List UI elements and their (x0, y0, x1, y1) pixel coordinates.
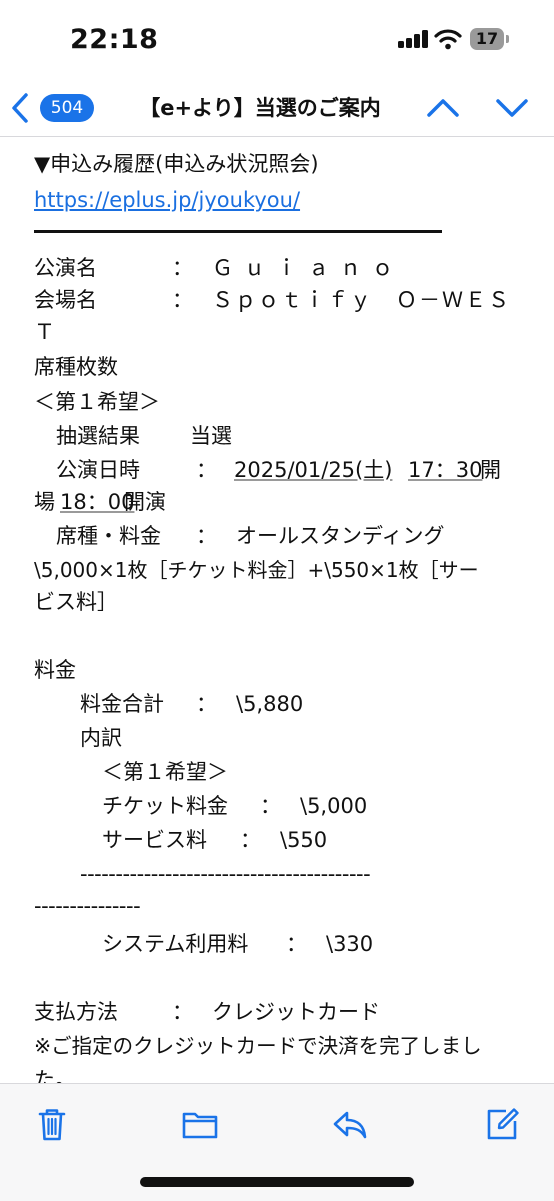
back-chevron-icon[interactable] (6, 88, 34, 128)
battery-cap (506, 35, 509, 43)
unread-count-badge[interactable]: 504 (40, 94, 94, 122)
trash-icon[interactable] (32, 1104, 72, 1144)
seat-type-label: 席種・料金 (56, 524, 161, 548)
cellular-signal-icon (398, 30, 428, 48)
date-label: 公演日時 (56, 458, 140, 482)
lottery-result-label: 抽選結果 (56, 424, 140, 448)
total-value: \5,880 (236, 692, 304, 716)
service-fee-value: \550 (280, 828, 328, 852)
payment-value: クレジットカード (212, 1000, 380, 1024)
status-time: 22:18 (70, 24, 159, 55)
open-time[interactable]: 17：30 (408, 455, 482, 485)
performance-date[interactable]: 2025/01/25(土) (234, 455, 392, 485)
breakdown-label: 内訳 (80, 726, 122, 750)
total-separator: ： (196, 692, 217, 716)
venue-value-continued: Ｔ (34, 320, 55, 344)
seat-type-separator: ： (196, 524, 217, 548)
payment-label: 支払方法 (34, 1000, 118, 1024)
price-detail-line-continued: ビス料］ (34, 590, 118, 614)
previous-message-icon[interactable] (423, 88, 463, 128)
performance-separator: ： (172, 256, 193, 280)
history-header: ▼申込み履歴(申込み状況照会) (34, 152, 319, 176)
lottery-result-value: 当選 (190, 424, 232, 448)
ticket-fee-label: チケット料金 (102, 794, 228, 818)
history-link[interactable]: https://eplus.jp/jyoukyou/ (34, 185, 300, 215)
status-bar: 22:18 17 (0, 0, 554, 80)
service-fee-label: サービス料 (102, 828, 207, 852)
next-message-icon[interactable] (492, 88, 532, 128)
reply-icon[interactable] (330, 1104, 370, 1144)
open-suffix: 開 (480, 458, 501, 482)
venue-label: 会場名 (34, 288, 97, 312)
choice1-breakdown-header: ＜第１希望＞ (102, 760, 228, 784)
dashes-line-continued: --------------- (34, 894, 141, 918)
fee-header: 料金 (34, 658, 76, 682)
dashes-line: ----------------------------------------… (80, 862, 371, 886)
service-fee-separator: ： (240, 828, 261, 852)
choice1-header: ＜第１希望＞ (34, 390, 160, 414)
system-fee-label: システム利用料 (102, 932, 249, 956)
payment-note: ※ご指定のクレジットカードで決済を完了しまし (34, 1034, 482, 1058)
performance-label: 公演名 (34, 256, 97, 280)
message-title: 【e+より】当選のご案内 (139, 96, 381, 120)
ticket-fee-separator: ： (260, 794, 281, 818)
start-suffix: 開演 (124, 490, 166, 514)
venue-value: Ｓｐｏｔｉｆｙ Ｏ－ＷＥＳ (212, 288, 511, 312)
price-detail-line: \5,000×1枚［チケット料金］+\550×1枚［サー (34, 558, 479, 582)
mail-body: ▼申込み履歴(申込み状況照会) https://eplus.jp/jyoukyo… (0, 137, 554, 1083)
folder-icon[interactable] (180, 1104, 220, 1144)
battery-icon: 17 (470, 28, 504, 50)
system-fee-separator: ： (286, 932, 307, 956)
payment-note-continued: た。 (34, 1068, 76, 1083)
seats-header: 席種枚数 (34, 355, 118, 379)
compose-icon[interactable] (482, 1104, 522, 1144)
payment-separator: ： (172, 1000, 193, 1024)
total-label: 料金合計 (80, 692, 164, 716)
home-indicator[interactable] (140, 1177, 414, 1187)
wifi-icon (434, 29, 462, 50)
performance-value: Ｇｕｉａｎｏ (212, 256, 404, 280)
open-suffix-continued: 場 (34, 490, 55, 514)
system-fee-value: \330 (326, 932, 374, 956)
nav-bar: 504 【e+より】当選のご案内 (0, 80, 554, 137)
seat-type-value: オールスタンディング (236, 524, 445, 548)
divider-rule (34, 230, 442, 233)
date-separator: ： (196, 458, 217, 482)
venue-separator: ： (172, 288, 193, 312)
ticket-fee-value: \5,000 (300, 794, 368, 818)
